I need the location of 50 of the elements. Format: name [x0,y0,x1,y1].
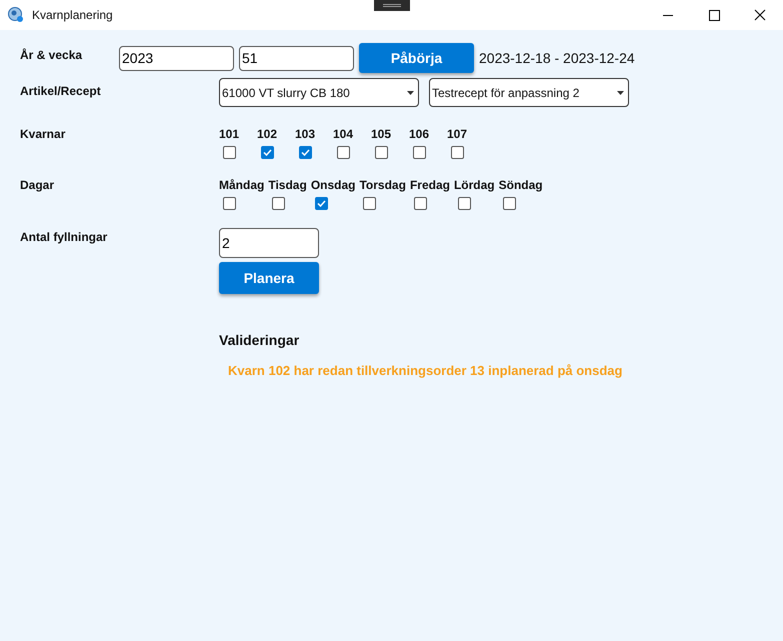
text-field[interactable]: 2 [219,228,319,258]
checkbox-label: Måndag [219,177,264,194]
checkbox-label: Fredag [410,177,450,194]
field-label: Artikel/Recept [20,83,102,100]
field-label: Antal fyllningar [20,229,108,246]
checkbox[interactable] [337,146,350,159]
checkbox[interactable] [413,146,426,159]
checkbox[interactable] [314,197,328,210]
checkbox-label: Söndag [498,177,543,194]
window-title: Kvarnplanering [32,7,113,24]
drag-handle-icon[interactable] [374,0,410,11]
checkbox[interactable] [261,146,274,159]
checkbox-label: 104 [333,126,354,143]
caret-icon [407,90,414,94]
checkbox-label: Lördag [454,177,495,194]
checkbox[interactable] [502,197,516,210]
checkbox-label: Tisdag [268,177,307,194]
section-heading: Valideringar [219,331,300,350]
checkbox-label: 107 [447,126,468,143]
start-button[interactable]: Påbörja [359,43,474,73]
checkbox[interactable] [375,146,388,159]
text-field[interactable]: 2023 [119,46,234,70]
checkbox-label: Onsdag [310,177,356,194]
checkbox[interactable] [223,197,236,210]
maximize-icon [708,10,720,20]
field-label: Kvarnar [20,126,66,143]
dropdown[interactable]: Testrecept för anpassning 2 [429,78,629,107]
date-range: 2023-12-18 - 2023-12-24 [479,48,635,68]
checkbox-label: 101 [219,126,240,143]
checkbox-label: 106 [409,126,430,143]
checkbox[interactable] [414,197,427,210]
checkbox[interactable] [272,197,286,210]
plan-button[interactable]: Planera [219,262,319,294]
checkbox[interactable] [223,146,236,159]
warning-message: Kvarn 102 har redan tillverkningsorder 13 inplanerad på onsdag [228,362,624,380]
dropdown[interactable]: 61000 VT slurry CB 180 [219,78,419,107]
checkbox[interactable] [451,146,464,159]
close-icon [754,9,766,21]
caret-icon [617,90,624,94]
field-label: År & vecka [20,47,84,64]
checkbox-label: 105 [371,126,392,143]
checkbox[interactable] [458,197,471,210]
checkbox[interactable] [363,197,376,210]
checkbox[interactable] [299,146,312,159]
field-label: Dagar [20,177,56,194]
checkbox-label: 102 [257,126,278,143]
checkbox-label: 103 [295,126,316,143]
text-field[interactable]: 51 [239,46,354,70]
app-icon [8,7,24,23]
checkbox-label: Torsdag [359,177,406,194]
